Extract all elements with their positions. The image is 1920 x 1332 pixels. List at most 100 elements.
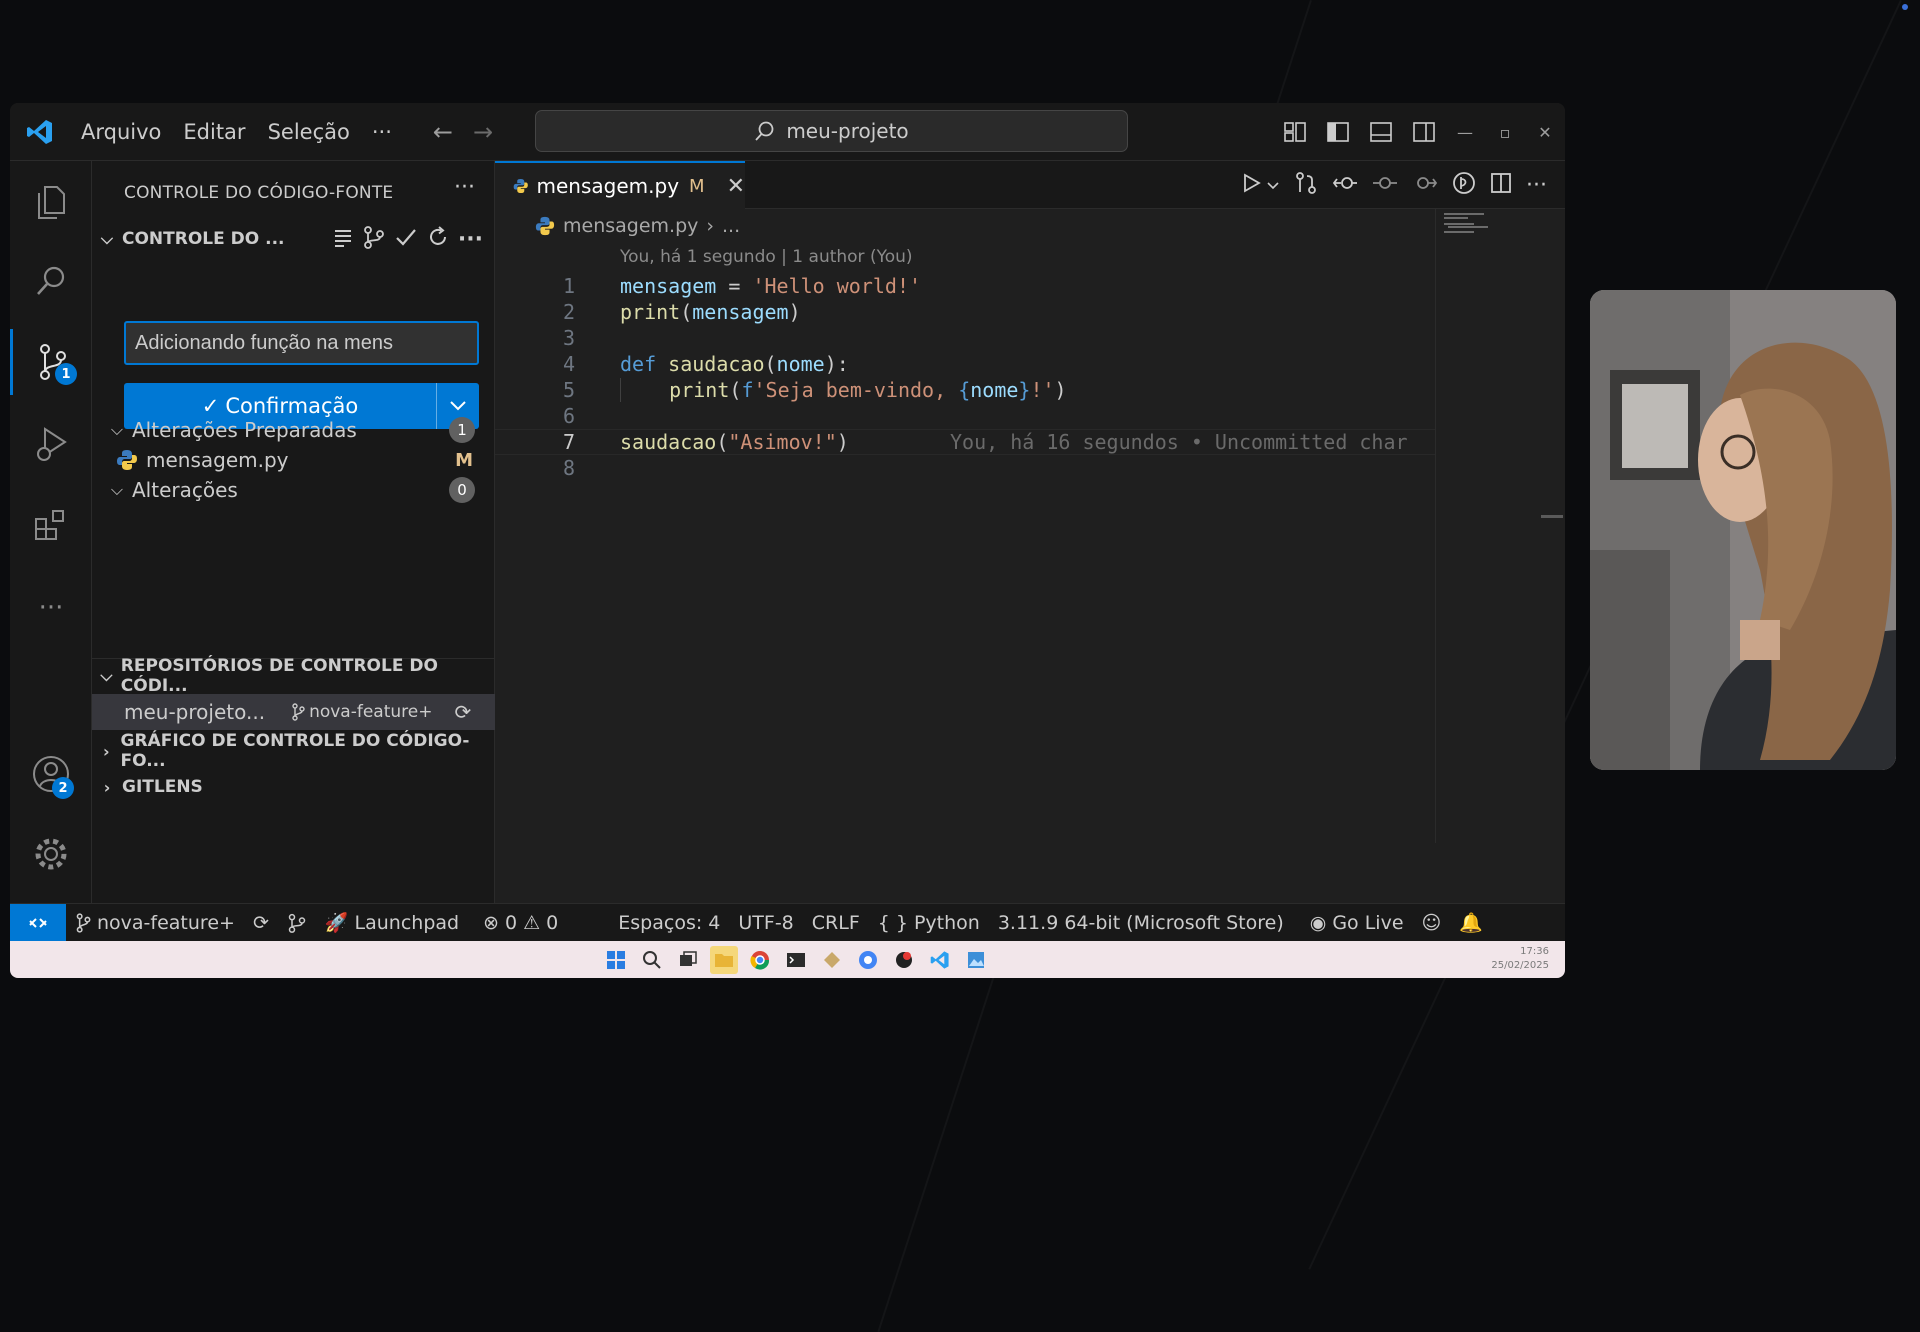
tab-mensagem-py[interactable]: mensagem.py M ✕ xyxy=(495,161,745,209)
close-tab-icon[interactable]: ✕ xyxy=(727,174,745,199)
line-content: print(f'Seja bem-vindo, {nome}!') xyxy=(620,378,1067,402)
status-eol[interactable]: CRLF xyxy=(803,904,869,942)
menu-editar[interactable]: Editar xyxy=(172,103,256,161)
file-modified-status: M xyxy=(455,449,473,471)
editor-tabs: mensagem.py M ✕ ··· xyxy=(495,161,1565,209)
sync-icon[interactable]: ⟳ xyxy=(454,700,471,724)
close-window-icon[interactable]: ✕ xyxy=(1525,103,1565,161)
staged-file-row[interactable]: mensagem.py M xyxy=(92,443,495,477)
task-view-icon[interactable] xyxy=(674,946,702,974)
chevron-down-icon: ⌵ xyxy=(110,480,124,499)
split-editor-icon[interactable] xyxy=(1490,172,1512,198)
chrome-alt-icon[interactable] xyxy=(854,946,882,974)
corner-indicator xyxy=(1902,4,1908,10)
repository-row[interactable]: meu-projeto... nova-feature+ ⟳ xyxy=(92,694,495,730)
customize-layout-icon[interactable] xyxy=(1273,103,1316,161)
minimize-icon[interactable]: — xyxy=(1445,103,1485,161)
open-changes-icon[interactable] xyxy=(1294,171,1318,199)
gitlens-inspect-icon[interactable] xyxy=(1452,171,1476,199)
windows-start-icon[interactable] xyxy=(602,946,630,974)
command-center[interactable]: meu-projeto xyxy=(535,110,1128,152)
chrome-icon[interactable] xyxy=(746,946,774,974)
taskbar-search-icon[interactable] xyxy=(638,946,666,974)
status-branch[interactable]: nova-feature+ xyxy=(66,904,244,942)
source-control-sidebar: CONTROLE DO CÓDIGO-FONTE ··· ⌵ CONTROLE … xyxy=(92,161,495,903)
app-red-icon[interactable] xyxy=(890,946,918,974)
menu-arquivo[interactable]: Arquivo xyxy=(70,103,172,161)
code-editor[interactable]: You, há 1 segundo | 1 author (You) 1 men… xyxy=(495,243,1435,843)
menu-more[interactable]: ··· xyxy=(361,103,403,161)
photos-icon[interactable] xyxy=(962,946,990,974)
scm-section-header[interactable]: ⌵ CONTROLE DO ... ··· xyxy=(92,222,495,256)
accounts-icon[interactable]: 2 xyxy=(10,741,92,807)
toggle-sidebar-icon[interactable] xyxy=(1316,103,1359,161)
file-explorer-icon[interactable] xyxy=(710,946,738,974)
search-view-icon[interactable] xyxy=(10,249,92,315)
vscode-window: Arquivo Editar Seleção ··· ← → meu-proje… xyxy=(10,103,1565,978)
sync-changes-icon[interactable]: ⟳ xyxy=(244,904,278,942)
menu-selecao[interactable]: Seleção xyxy=(257,103,361,161)
terminal-icon[interactable] xyxy=(782,946,810,974)
python-file-icon xyxy=(117,450,137,470)
editor-scrollbar[interactable] xyxy=(1535,209,1565,843)
commit-message-input[interactable]: Adicionando função na mens xyxy=(124,321,479,365)
next-revision-icon[interactable] xyxy=(1412,172,1438,198)
minimap[interactable] xyxy=(1435,209,1535,843)
code-line: 8 xyxy=(495,455,1435,481)
clock-date: 25/02/2025 xyxy=(1491,960,1549,971)
sidebar-title: CONTROLE DO CÓDIGO-FONTE xyxy=(124,183,394,203)
status-interpreter[interactable]: 3.11.9 64-bit (Microsoft Store) xyxy=(989,904,1293,942)
status-language[interactable]: { } Python xyxy=(869,904,989,942)
commit-node-icon[interactable] xyxy=(1372,172,1398,198)
editor-more-icon[interactable]: ··· xyxy=(1526,173,1547,198)
changes-group[interactable]: ⌵ Alterações 0 xyxy=(92,473,495,507)
blame-codelens[interactable]: You, há 1 segundo | 1 author (You) xyxy=(620,247,913,267)
section-more-icon[interactable]: ··· xyxy=(458,227,483,252)
gitlens-section-header[interactable]: › GITLENS xyxy=(92,770,495,804)
run-icon[interactable] xyxy=(1240,172,1262,198)
status-graph-icon[interactable] xyxy=(278,904,316,942)
status-golive[interactable]: ◉ Go Live xyxy=(1301,904,1413,942)
breadcrumb-file[interactable]: mensagem.py xyxy=(563,215,698,237)
restore-icon[interactable]: ▫ xyxy=(1485,103,1525,161)
feedback-icon[interactable]: ☺ xyxy=(1413,904,1451,942)
graph-section-header[interactable]: › GRÁFICO DE CONTROLE DO CÓDIGO-FO... xyxy=(92,731,495,771)
back-arrow-icon[interactable]: ← xyxy=(423,118,463,146)
more-views-icon[interactable]: ··· xyxy=(10,575,92,641)
line-number: 8 xyxy=(562,456,575,480)
breadcrumb-separator-icon: › xyxy=(706,215,714,237)
repositories-section-header[interactable]: ⌵ REPOSITÓRIOS DE CONTROLE DO CÓDI... xyxy=(92,656,495,696)
line-number: 6 xyxy=(562,404,575,428)
branch-graph-icon[interactable] xyxy=(362,225,386,254)
breadcrumb: mensagem.py › ... xyxy=(495,209,740,243)
source-control-icon[interactable]: 1 xyxy=(10,329,92,395)
app-diamond-icon[interactable] xyxy=(818,946,846,974)
changes-label: Alterações xyxy=(132,478,238,502)
status-problems[interactable]: ⊗ 0 ⚠ 0 xyxy=(474,904,567,942)
staged-changes-group[interactable]: ⌵ Alterações Preparadas 1 xyxy=(92,413,495,447)
status-launchpad[interactable]: 🚀 Launchpad xyxy=(316,904,468,942)
explorer-icon[interactable] xyxy=(10,169,92,235)
status-encoding[interactable]: UTF-8 xyxy=(729,904,802,942)
toggle-secondary-sidebar-icon[interactable] xyxy=(1402,103,1445,161)
sidebar-more-icon[interactable]: ··· xyxy=(454,175,475,200)
extensions-icon[interactable] xyxy=(10,493,92,559)
remote-indicator-icon[interactable] xyxy=(10,903,66,942)
breadcrumb-symbols[interactable]: ... xyxy=(722,215,740,237)
command-center-label: meu-projeto xyxy=(786,119,909,143)
taskbar-clock[interactable]: 17:36 25/02/2025 xyxy=(1491,945,1549,973)
notifications-bell-icon[interactable]: 🔔 xyxy=(1450,904,1492,942)
view-as-tree-icon[interactable] xyxy=(332,226,354,253)
rocket-icon: 🚀 xyxy=(324,912,349,934)
status-indentation[interactable]: Espaços: 4 xyxy=(609,904,729,942)
forward-arrow-icon[interactable]: → xyxy=(463,118,503,146)
toggle-panel-icon[interactable] xyxy=(1359,103,1402,161)
run-dropdown-icon[interactable] xyxy=(1266,176,1280,195)
vscode-taskbar-icon[interactable] xyxy=(926,946,954,974)
code-line: 5 print(f'Seja bem-vindo, {nome}!') xyxy=(495,377,1435,403)
settings-gear-icon[interactable] xyxy=(10,821,92,887)
previous-revision-icon[interactable] xyxy=(1332,172,1358,198)
commit-check-icon[interactable] xyxy=(394,226,418,253)
refresh-icon[interactable] xyxy=(426,225,450,254)
run-debug-icon[interactable] xyxy=(10,411,92,477)
